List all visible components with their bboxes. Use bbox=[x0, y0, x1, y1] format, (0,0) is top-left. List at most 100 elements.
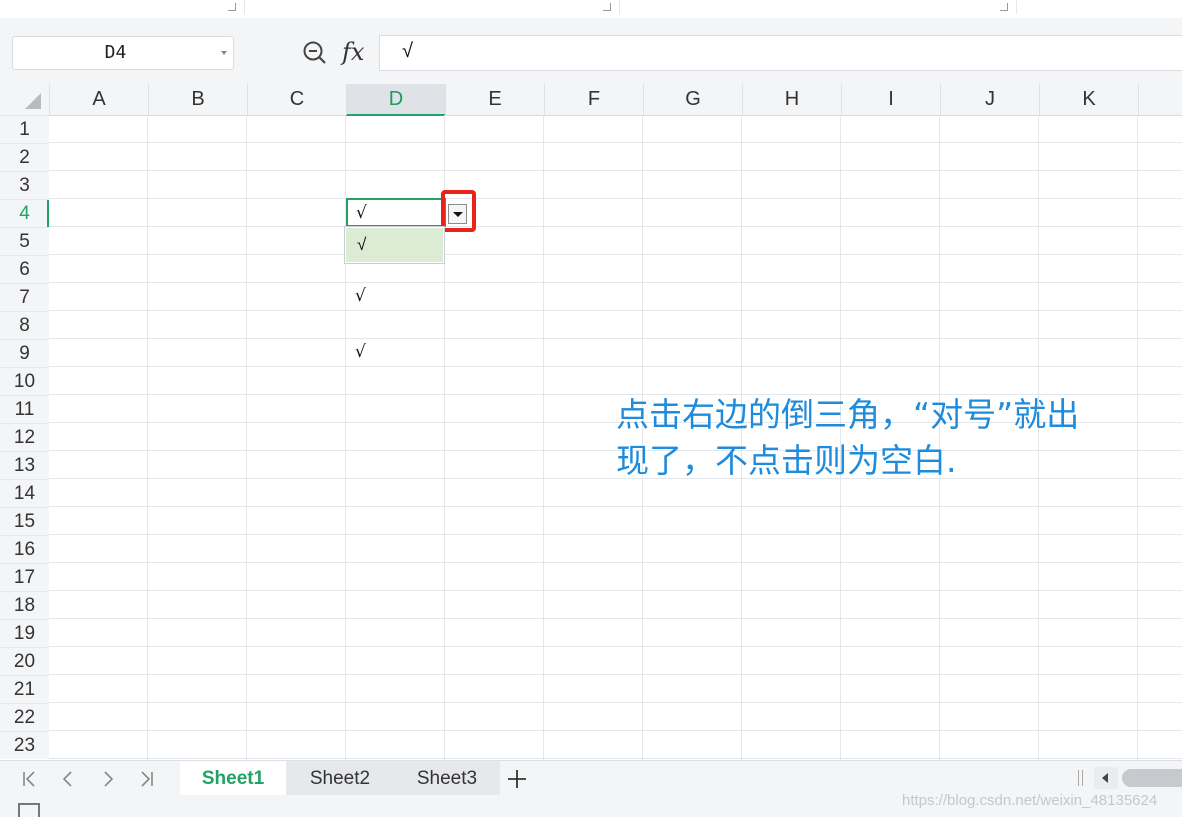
row-gridline bbox=[49, 758, 1182, 759]
scroll-splitter[interactable] bbox=[1078, 770, 1083, 786]
annotation-line-2: 现了，不点击则为空白. bbox=[616, 441, 957, 480]
highlight-annotation-box bbox=[441, 190, 476, 232]
row-gridline bbox=[49, 730, 1182, 731]
dropdown-item[interactable]: √ bbox=[346, 228, 443, 262]
ribbon-group-divider bbox=[244, 0, 245, 14]
zoom-out-icon[interactable] bbox=[302, 40, 328, 66]
row-gridline bbox=[49, 142, 1182, 143]
row-header-17[interactable]: 17 bbox=[0, 563, 49, 591]
column-header-e[interactable]: E bbox=[445, 84, 544, 115]
name-box[interactable]: D4 bbox=[12, 36, 234, 70]
column-header-c[interactable]: C bbox=[247, 84, 346, 115]
row-header-16[interactable]: 16 bbox=[0, 535, 49, 563]
column-header-g[interactable]: G bbox=[643, 84, 742, 115]
column-gridline bbox=[147, 115, 148, 760]
row-header-15[interactable]: 15 bbox=[0, 507, 49, 535]
column-header-i[interactable]: I bbox=[841, 84, 940, 115]
annotation-text: 点击右边的倒三角，“对号”就出 现了，不点击则为空白. bbox=[616, 392, 1176, 484]
cell-d7[interactable]: √ bbox=[355, 286, 366, 306]
tab-sheet2[interactable]: Sheet2 bbox=[286, 761, 394, 796]
tab-sheet3[interactable]: Sheet3 bbox=[394, 761, 500, 796]
column-gridline bbox=[246, 115, 247, 760]
column-header-k[interactable]: K bbox=[1039, 84, 1138, 115]
view-mode-icon[interactable] bbox=[18, 803, 40, 817]
function-icon[interactable]: fx bbox=[342, 38, 364, 66]
next-sheet-icon[interactable] bbox=[98, 769, 118, 789]
cell-value: √ bbox=[356, 203, 367, 223]
ribbon-bottom-edge bbox=[0, 0, 1182, 19]
dropdown-list: √ bbox=[344, 226, 445, 264]
column-header-row: ABCDEFGHIJK bbox=[0, 84, 1182, 116]
row-header-20[interactable]: 20 bbox=[0, 647, 49, 675]
row-gridline bbox=[49, 534, 1182, 535]
row-header-21[interactable]: 21 bbox=[0, 675, 49, 703]
name-box-value: D4 bbox=[104, 42, 127, 63]
row-header-23[interactable]: 23 bbox=[0, 731, 49, 759]
first-sheet-icon[interactable] bbox=[20, 769, 40, 789]
group-expand-icon[interactable] bbox=[228, 3, 236, 11]
row-header-12[interactable]: 12 bbox=[0, 423, 49, 451]
column-header-b[interactable]: B bbox=[148, 84, 247, 115]
row-header-2[interactable]: 2 bbox=[0, 143, 49, 171]
watermark: https://blog.csdn.net/weixin_48135624 bbox=[902, 792, 1158, 809]
sheet-tabs-bar: Sheet1 Sheet2 Sheet3 bbox=[0, 760, 1182, 796]
row-gridline bbox=[49, 282, 1182, 283]
row-header-10[interactable]: 10 bbox=[0, 367, 49, 395]
ribbon-group-divider bbox=[619, 0, 620, 14]
row-header-18[interactable]: 18 bbox=[0, 591, 49, 619]
row-gridline bbox=[49, 506, 1182, 507]
row-gridline bbox=[49, 310, 1182, 311]
row-header-3[interactable]: 3 bbox=[0, 171, 49, 199]
row-header-22[interactable]: 22 bbox=[0, 703, 49, 731]
row-header-6[interactable]: 6 bbox=[0, 255, 49, 283]
scroll-left-button[interactable] bbox=[1094, 767, 1118, 789]
ribbon-group-divider bbox=[1016, 0, 1017, 14]
row-header-4[interactable]: 4 bbox=[0, 199, 49, 228]
row-gridline bbox=[49, 338, 1182, 339]
row-header-5[interactable]: 5 bbox=[0, 227, 49, 255]
row-header-13[interactable]: 13 bbox=[0, 451, 49, 479]
column-header-partial bbox=[1138, 84, 1182, 115]
row-header-14[interactable]: 14 bbox=[0, 479, 49, 507]
row-header-19[interactable]: 19 bbox=[0, 619, 49, 647]
horizontal-scrollbar-thumb[interactable] bbox=[1122, 769, 1182, 787]
row-header-7[interactable]: 7 bbox=[0, 283, 49, 311]
row-gridline bbox=[49, 198, 1182, 199]
row-gridline bbox=[49, 702, 1182, 703]
row-gridline bbox=[49, 646, 1182, 647]
row-header-9[interactable]: 9 bbox=[0, 339, 49, 367]
formula-input[interactable]: √ bbox=[379, 35, 1182, 71]
column-header-d[interactable]: D bbox=[346, 84, 445, 116]
row-gridline bbox=[49, 254, 1182, 255]
row-gridline bbox=[49, 590, 1182, 591]
cell-d9[interactable]: √ bbox=[355, 342, 366, 362]
active-cell-d4[interactable]: √ bbox=[346, 198, 446, 227]
prev-sheet-icon[interactable] bbox=[58, 769, 78, 789]
group-expand-icon[interactable] bbox=[1000, 3, 1008, 11]
row-gridline bbox=[49, 674, 1182, 675]
chevron-down-icon[interactable] bbox=[221, 51, 227, 55]
row-header-8[interactable]: 8 bbox=[0, 311, 49, 339]
row-header-1[interactable]: 1 bbox=[0, 115, 49, 143]
formula-value: √ bbox=[402, 40, 413, 62]
group-expand-icon[interactable] bbox=[603, 3, 611, 11]
column-header-h[interactable]: H bbox=[742, 84, 841, 115]
formula-bar: D4 fx √ bbox=[0, 18, 1182, 84]
column-header-j[interactable]: J bbox=[940, 84, 1039, 115]
row-gridline bbox=[49, 366, 1182, 367]
triangle-left-icon bbox=[1102, 773, 1108, 783]
column-header-a[interactable]: A bbox=[49, 84, 148, 115]
row-gridline bbox=[49, 562, 1182, 563]
column-gridline bbox=[543, 115, 544, 760]
add-sheet-icon[interactable] bbox=[506, 768, 528, 790]
row-gridline bbox=[49, 618, 1182, 619]
row-header-11[interactable]: 11 bbox=[0, 395, 49, 423]
row-gridline bbox=[49, 226, 1182, 227]
select-all-button[interactable] bbox=[0, 84, 49, 115]
select-all-icon bbox=[25, 93, 41, 109]
last-sheet-icon[interactable] bbox=[136, 769, 156, 789]
dropdown-item-label: √ bbox=[357, 235, 367, 254]
column-header-f[interactable]: F bbox=[544, 84, 643, 115]
tab-sheet1[interactable]: Sheet1 bbox=[180, 761, 286, 796]
annotation-line-1: 点击右边的倒三角，“对号”就出 bbox=[616, 395, 1080, 434]
